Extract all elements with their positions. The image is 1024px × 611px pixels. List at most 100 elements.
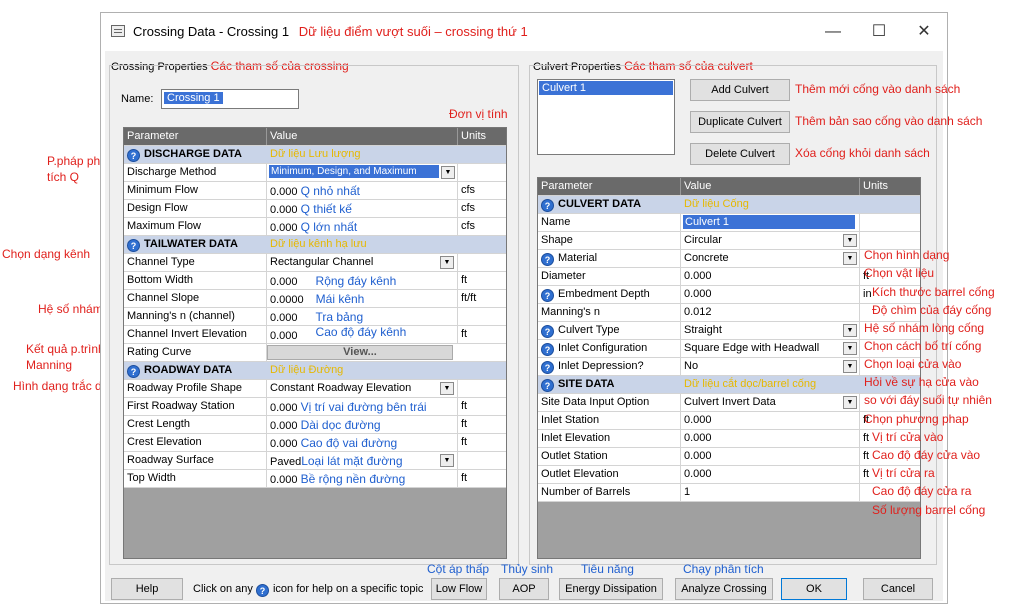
help-icon[interactable]: ?: [541, 289, 554, 302]
note-units: Đơn vị tính: [449, 107, 508, 121]
roadway-surface-select[interactable]: Paved: [270, 456, 301, 468]
title-bar: Crossing Data - Crossing 1 Dữ liệu điểm …: [101, 13, 947, 51]
minimum-flow-row[interactable]: Minimum Flow 0.000 Q nhỏ nhất cfs: [124, 182, 506, 200]
culvert-manning-row[interactable]: Manning's n 0.012: [538, 304, 920, 322]
note-inlet-depression-1: Hỏi về sự hạ cửa vào: [864, 375, 979, 389]
material-select[interactable]: Concrete: [684, 252, 729, 264]
chevron-down-icon[interactable]: ▼: [843, 252, 857, 265]
channel-manning-row[interactable]: Manning's n (channel) 0.000 Tra bảng: [124, 308, 506, 326]
crossing-grid: Parameter Value Units ? DISCHARGE DATA Dữ…: [123, 127, 507, 559]
first-roadway-station-row[interactable]: First Roadway Station 0.000 Vị trí vai đ…: [124, 398, 506, 416]
outlet-station-row[interactable]: Outlet Station 0.000 ft: [538, 448, 920, 466]
culvert-name-input[interactable]: Culvert 1: [683, 215, 855, 229]
channel-invert-row[interactable]: Channel Invert Elevation 0.000 Cao độ đáy…: [124, 326, 506, 344]
delete-culvert-button[interactable]: Delete Culvert: [690, 143, 790, 165]
list-item[interactable]: Culvert 1: [539, 81, 673, 95]
cancel-button[interactable]: Cancel: [863, 578, 933, 600]
help-icon[interactable]: ?: [541, 253, 554, 266]
note-inlet-depression-2: so với đáy suối tự nhiên: [864, 393, 992, 407]
analyze-crossing-button[interactable]: Analyze Crossing: [675, 578, 773, 600]
design-flow-row[interactable]: Design Flow 0.000 Q thiết kế cfs: [124, 200, 506, 218]
crossing-name-input[interactable]: Crossing 1: [161, 89, 299, 109]
note-outlet-station: Vị trí cửa ra: [872, 466, 935, 480]
culvert-type-row[interactable]: ? Culvert Type Straight ▼: [538, 322, 920, 340]
roadway-profile-row[interactable]: Roadway Profile Shape Constant Roadway E…: [124, 380, 506, 398]
chevron-down-icon[interactable]: ▼: [843, 396, 857, 409]
discharge-method-select[interactable]: Minimum, Design, and Maximum: [269, 165, 439, 178]
inlet-configuration-select[interactable]: Square Edge with Headwall: [684, 342, 819, 354]
help-button[interactable]: Help: [111, 578, 183, 600]
note-channel-type: Chọn dạng kênh: [2, 247, 91, 261]
inlet-station-row[interactable]: Inlet Station 0.000 ft: [538, 412, 920, 430]
chevron-down-icon[interactable]: ▼: [843, 324, 857, 337]
energy-dissipation-button[interactable]: Energy Dissipation: [559, 578, 663, 600]
shape-select[interactable]: Circular: [684, 234, 722, 246]
material-row[interactable]: ? Material Concrete ▼: [538, 250, 920, 268]
help-icon[interactable]: ?: [541, 361, 554, 374]
duplicate-culvert-button[interactable]: Duplicate Culvert: [690, 111, 790, 133]
culvert-grid-header: Parameter Value Units: [538, 178, 920, 196]
chevron-down-icon[interactable]: ▼: [440, 382, 454, 395]
note-inlet-elevation: Cao độ đáy cửa vào: [872, 448, 981, 462]
note-culvert-manning: Hệ số nhám lòng cống: [864, 321, 985, 335]
discharge-method-row[interactable]: Discharge Method Minimum, Design, and Ma…: [124, 164, 506, 182]
window-title-note: Dữ liệu điểm vượt suối – crossing thứ 1: [298, 24, 528, 39]
help-icon: ?: [255, 584, 269, 597]
chevron-down-icon[interactable]: ▼: [843, 360, 857, 373]
note-aop: Thủy sinh: [501, 562, 554, 576]
site-data-option-row[interactable]: Site Data Input Option Culvert Invert Da…: [538, 394, 920, 412]
channel-slope-row[interactable]: Channel Slope 0.0000 Mái kênh ft/ft: [124, 290, 506, 308]
diameter-row[interactable]: Diameter 0.000 ft: [538, 268, 920, 286]
culvert-name-row[interactable]: Name Culvert 1: [538, 214, 920, 232]
help-icon[interactable]: ?: [541, 379, 554, 392]
chevron-down-icon[interactable]: ▼: [440, 256, 454, 269]
discharge-section: ? DISCHARGE DATA Dữ liệu Lưu lượng: [124, 146, 506, 164]
maximize-button[interactable]: ☐: [859, 18, 899, 46]
help-icon[interactable]: ?: [541, 343, 554, 356]
note-embedment: Độ chìm của đáy cống: [872, 303, 992, 317]
inlet-elevation-row[interactable]: Inlet Elevation 0.000 ft: [538, 430, 920, 448]
roadway-surface-row[interactable]: Roadway Surface PavedLoại lát mặt đường ▼: [124, 452, 506, 470]
crest-length-row[interactable]: Crest Length 0.000 Dài dọc đường ft: [124, 416, 506, 434]
crest-elevation-row[interactable]: Crest Elevation 0.000 Cao độ vai đường f…: [124, 434, 506, 452]
close-button[interactable]: ✕: [904, 18, 944, 46]
shape-row[interactable]: Shape Circular ▼: [538, 232, 920, 250]
help-icon[interactable]: ?: [127, 239, 140, 252]
embedment-depth-row[interactable]: ? Embedment Depth 0.000 in: [538, 286, 920, 304]
top-width-row[interactable]: Top Width 0.000 Bề rộng nền đường ft: [124, 470, 506, 488]
outlet-elevation-row[interactable]: Outlet Elevation 0.000 ft: [538, 466, 920, 484]
chevron-down-icon[interactable]: ▼: [843, 342, 857, 355]
name-label: Name:: [121, 93, 154, 105]
crossing-grid-header: Parameter Value Units: [124, 128, 506, 146]
culvert-list[interactable]: Culvert 1: [537, 79, 675, 155]
rating-curve-view-button[interactable]: View...: [267, 345, 453, 360]
chevron-down-icon[interactable]: ▼: [440, 454, 454, 467]
bottom-width-row[interactable]: Bottom Width 0.000 Rộng đáy kênh ft: [124, 272, 506, 290]
number-of-barrels-row[interactable]: Number of Barrels 1: [538, 484, 920, 502]
inlet-depression-row[interactable]: ? Inlet Depression? No ▼: [538, 358, 920, 376]
inlet-configuration-row[interactable]: ? Inlet Configuration Square Edge with He…: [538, 340, 920, 358]
aop-button[interactable]: AOP: [499, 578, 549, 600]
culvert-type-select[interactable]: Straight: [684, 324, 722, 336]
note-duplicate-culvert: Thêm bản sao cống vào danh sách: [795, 114, 983, 128]
note-inlet-configuration: Chọn loại cửa vào: [864, 357, 962, 371]
low-flow-button[interactable]: Low Flow: [431, 578, 487, 600]
help-icon[interactable]: ?: [127, 365, 140, 378]
chevron-down-icon[interactable]: ▼: [843, 234, 857, 247]
channel-type-select[interactable]: Rectangular Channel: [270, 256, 373, 268]
channel-type-row[interactable]: Channel Type Rectangular Channel ▼: [124, 254, 506, 272]
ok-button[interactable]: OK: [781, 578, 847, 600]
help-icon[interactable]: ?: [127, 149, 140, 162]
roadway-profile-select[interactable]: Constant Roadway Elevation: [270, 382, 411, 394]
note-site-option: Chọn phương phap: [864, 412, 969, 426]
site-data-option-select[interactable]: Culvert Invert Data: [684, 396, 776, 408]
help-icon[interactable]: ?: [541, 199, 554, 212]
help-icon[interactable]: ?: [541, 325, 554, 338]
note-q-method-2: tích Q: [47, 170, 80, 184]
minimize-button[interactable]: —: [813, 18, 853, 46]
inlet-depression-select[interactable]: No: [684, 360, 698, 372]
add-culvert-button[interactable]: Add Culvert: [690, 79, 790, 101]
chevron-down-icon[interactable]: ▼: [441, 166, 455, 179]
maximum-flow-row[interactable]: Maximum Flow 0.000 Q lớn nhất cfs: [124, 218, 506, 236]
note-low-flow: Cột áp thấp: [427, 562, 490, 576]
